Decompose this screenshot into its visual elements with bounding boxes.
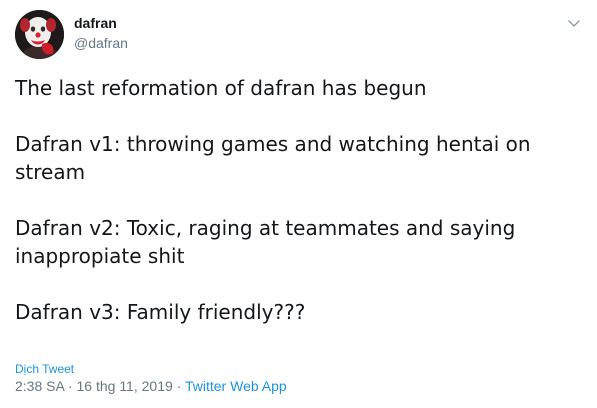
tweet-time[interactable]: 2:38 SA bbox=[15, 378, 64, 394]
display-name[interactable]: dafran bbox=[74, 14, 128, 32]
avatar[interactable] bbox=[15, 10, 64, 59]
tweet-paragraph: Dafran v1: throwing games and watching h… bbox=[15, 132, 531, 184]
meta-separator: · bbox=[172, 378, 185, 394]
tweet-text: The last reformation of dafran has begun… bbox=[15, 74, 575, 354]
tweet-paragraph: Dafran v3: Family friendly??? bbox=[15, 300, 306, 324]
user-info[interactable]: dafran @dafran bbox=[74, 14, 128, 52]
tweet-source-link[interactable]: Twitter Web App bbox=[185, 378, 287, 394]
tweet-metadata: 2:38 SA · 16 thg 11, 2019 · Twitter Web … bbox=[15, 378, 287, 394]
translate-tweet-link[interactable]: Dịch Tweet bbox=[15, 362, 74, 376]
tweet-paragraph: The last reformation of dafran has begun bbox=[15, 76, 427, 100]
chevron-down-icon[interactable] bbox=[565, 14, 583, 32]
meta-separator: · bbox=[64, 378, 77, 394]
tweet-card: dafran @dafran The last reformation of d… bbox=[0, 0, 597, 408]
clown-avatar-image bbox=[15, 10, 64, 59]
user-handle[interactable]: @dafran bbox=[74, 34, 128, 52]
tweet-paragraph: Dafran v2: Toxic, raging at teammates an… bbox=[15, 216, 516, 268]
tweet-date[interactable]: 16 thg 11, 2019 bbox=[77, 378, 173, 394]
